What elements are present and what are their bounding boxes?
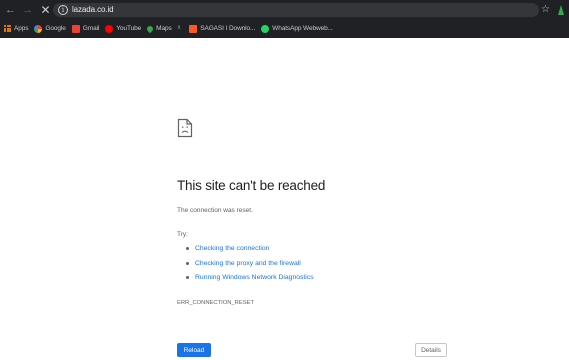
bookmark-label: Gmail xyxy=(82,25,100,32)
bullet-icon xyxy=(186,262,189,265)
address-bar[interactable]: i lazada.co.id xyxy=(53,3,539,17)
site-info-icon[interactable]: i xyxy=(58,5,68,15)
bookmark-star-icon[interactable]: ☆ xyxy=(541,3,550,17)
page-title: This site can't be reached xyxy=(177,178,326,193)
translate-icon: ᵃ xyxy=(177,25,181,32)
suggestion-item[interactable]: Checking the proxy and the firewall xyxy=(186,260,301,267)
bookmark-gmail[interactable]: Gmail xyxy=(71,22,100,36)
bookmark-label: Maps xyxy=(156,25,172,32)
try-label: Try: xyxy=(177,231,188,238)
error-code: ERR_CONNECTION_RESET xyxy=(177,300,254,306)
bookmark-apps[interactable]: Apps xyxy=(4,22,29,36)
maps-icon xyxy=(145,24,155,33)
browser-chrome: ← → ✕ i lazada.co.id ☆ Apps Google Gmail xyxy=(0,0,569,38)
bookmark-maps[interactable]: Maps xyxy=(145,22,172,36)
bookmark-label: SAGASI I Downlo... xyxy=(200,25,256,32)
bookmark-whatsapp[interactable]: WhatsApp Webweb... xyxy=(261,22,333,36)
url-text[interactable]: lazada.co.id xyxy=(72,4,114,16)
bookmark-youtube[interactable]: YouTube xyxy=(105,22,141,36)
bookmark-sagasi[interactable]: SAGASI I Downlo... xyxy=(189,22,255,36)
error-page: This site can't be reached The connectio… xyxy=(0,38,569,360)
bookmark-translate[interactable]: ᵃ xyxy=(178,22,184,36)
bookmark-google[interactable]: Google xyxy=(34,22,66,36)
bullet-icon xyxy=(186,247,189,250)
stop-icon[interactable]: ✕ xyxy=(39,3,52,17)
bookmark-label: YouTube xyxy=(116,25,142,32)
sad-document-icon xyxy=(177,118,193,138)
extension-icon[interactable] xyxy=(556,4,566,16)
suggestion-item[interactable]: Checking the connection xyxy=(186,245,269,252)
bookmark-label: Google xyxy=(45,25,66,32)
suggestion-item[interactable]: Running Windows Network Diagnostics xyxy=(186,274,314,281)
bullet-icon xyxy=(186,276,189,279)
google-icon xyxy=(34,24,43,33)
forward-arrow-icon[interactable]: → xyxy=(21,3,34,17)
apps-grid-icon xyxy=(4,25,11,32)
suggestion-link-connection[interactable]: Checking the connection xyxy=(195,245,269,252)
youtube-icon xyxy=(105,24,114,33)
suggestion-link-network-diagnostics[interactable]: Running Windows Network Diagnostics xyxy=(195,274,314,281)
bookmark-label: Apps xyxy=(14,25,29,32)
gmail-icon xyxy=(71,24,80,33)
suggestion-link-proxy-firewall[interactable]: Checking the proxy and the firewall xyxy=(195,260,301,267)
sagasi-icon xyxy=(189,24,198,33)
navigation-bar: ← → ✕ i lazada.co.id ☆ xyxy=(0,0,569,20)
bookmarks-bar: Apps Google Gmail YouTube Maps ᵃ SAGASI … xyxy=(0,20,569,37)
whatsapp-icon xyxy=(261,24,270,33)
error-description: The connection was reset. xyxy=(177,207,253,214)
bookmark-label: WhatsApp Webweb... xyxy=(272,25,333,32)
details-button[interactable]: Details xyxy=(415,343,447,357)
back-arrow-icon[interactable]: ← xyxy=(4,3,17,17)
reload-button[interactable]: Reload xyxy=(177,343,211,357)
